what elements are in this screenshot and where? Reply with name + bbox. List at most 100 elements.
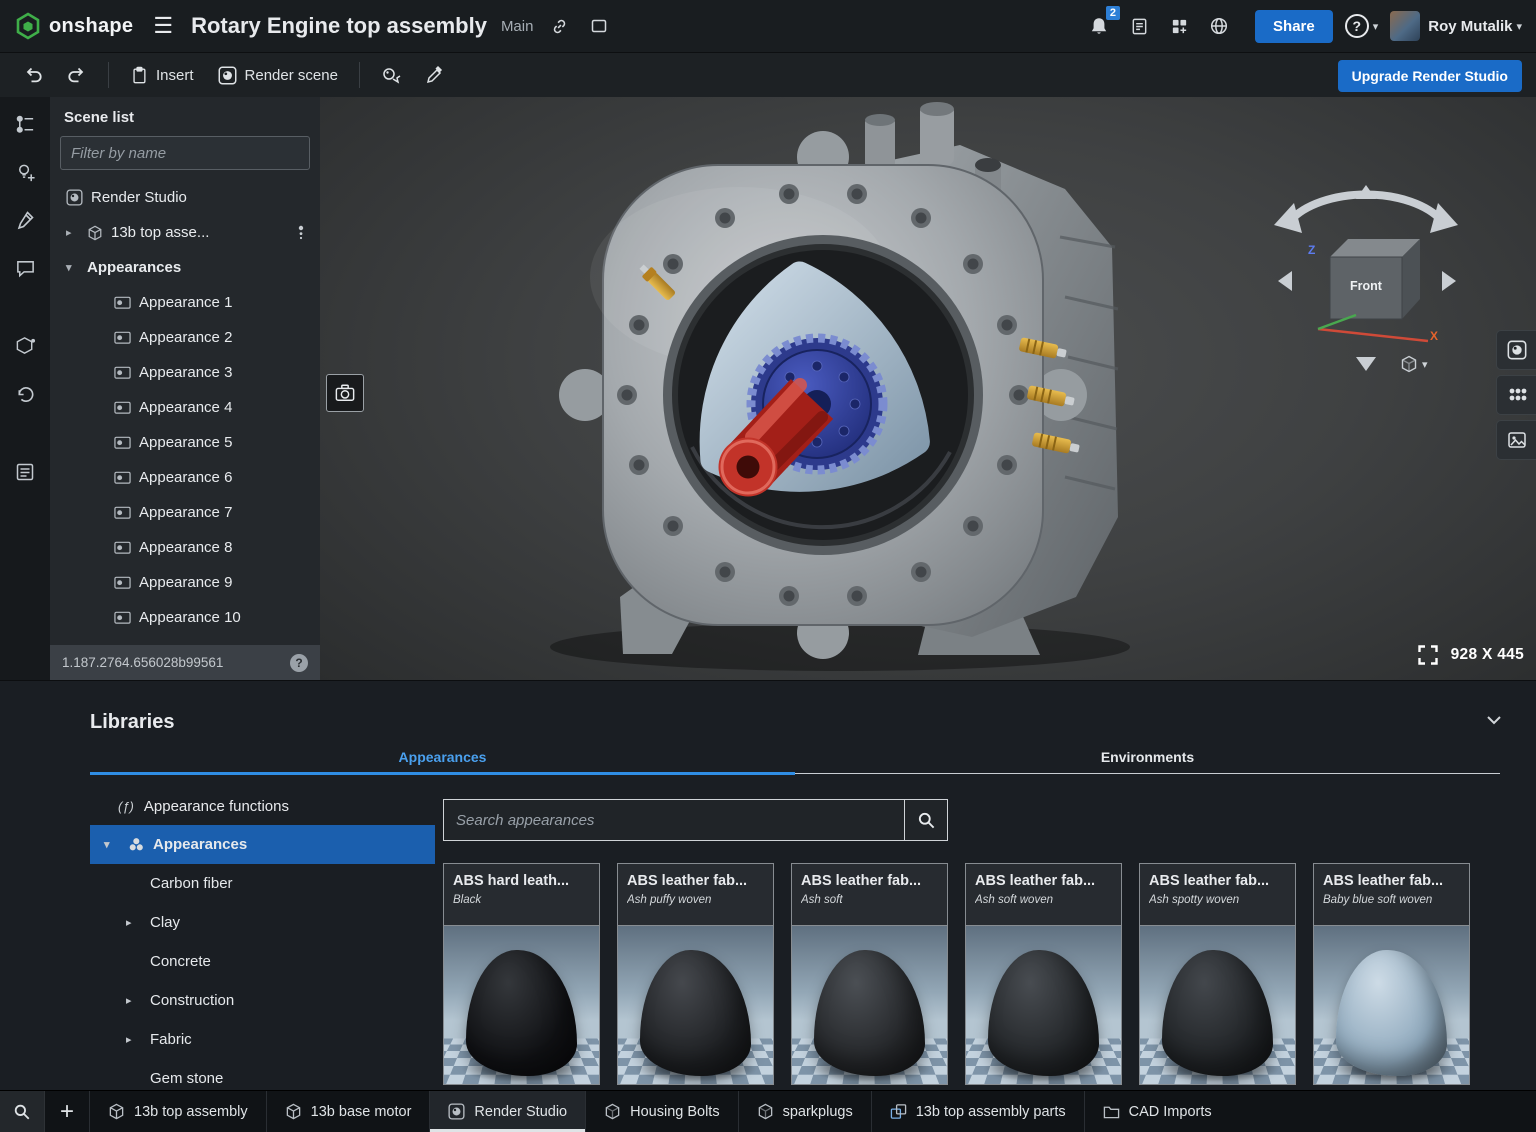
scene-appearance-item[interactable]: Appearance 9	[50, 565, 320, 600]
document-tab[interactable]: 13b base motor	[266, 1091, 430, 1132]
appearance-presets-button[interactable]	[1496, 375, 1536, 415]
render-queue-icon[interactable]	[5, 455, 45, 489]
appearance-card[interactable]: ABS hard leath... Black	[443, 863, 600, 1085]
libraries-collapse-icon[interactable]	[1486, 715, 1502, 726]
tree-chevron-icon[interactable]	[126, 916, 142, 929]
share-link-icon[interactable]	[545, 12, 573, 40]
scene-appearance-item[interactable]: Appearance 1	[50, 285, 320, 320]
appearance-brush-icon[interactable]	[5, 203, 45, 237]
redo-button[interactable]	[58, 59, 96, 91]
app-store-icon[interactable]	[1165, 12, 1193, 40]
render-viewport[interactable]: Front Z X	[320, 97, 1536, 680]
library-tree-item[interactable]: Carbon fiber	[90, 864, 435, 903]
aspect-ratio-icon[interactable]	[1417, 644, 1439, 666]
appearance-card[interactable]: ABS leather fab... Baby blue soft woven	[1313, 863, 1470, 1085]
scene-appearance-item[interactable]: Appearance 4	[50, 390, 320, 425]
library-tree-item[interactable]: Gem stone	[90, 1059, 435, 1090]
apply-appearance-icon	[381, 65, 401, 85]
render-panel-button[interactable]	[1496, 330, 1536, 370]
document-tab[interactable]: Render Studio	[429, 1091, 585, 1132]
tab-type-icon	[285, 1103, 302, 1120]
version-help-icon[interactable]: ?	[290, 654, 308, 672]
document-tab-label: sparkplugs	[783, 1104, 853, 1120]
scene-appearances-label: Appearances	[87, 259, 320, 276]
onshape-logo[interactable]: onshape	[14, 12, 133, 40]
document-tab[interactable]: 13b top assembly parts	[871, 1091, 1084, 1132]
scene-appearance-item[interactable]: Appearance 2	[50, 320, 320, 355]
library-tree-item[interactable]: Concrete	[90, 942, 435, 981]
scene-list-panel-icon[interactable]	[5, 107, 45, 141]
cloth-sample	[640, 950, 752, 1076]
share-button[interactable]: Share	[1255, 10, 1333, 43]
history-icon[interactable]	[5, 377, 45, 411]
scene-appearance-label: Appearance 6	[139, 469, 320, 486]
apply-appearance-button[interactable]	[372, 59, 410, 91]
appearance-card[interactable]: ABS leather fab... Ash spotty woven	[1139, 863, 1296, 1085]
scene-assembly-row[interactable]: 13b top asse...	[50, 215, 320, 250]
tab-type-icon	[757, 1103, 774, 1120]
help-menu[interactable]: ?	[1345, 14, 1379, 38]
scene-appearance-label: Appearance 10	[139, 609, 320, 626]
render-toolbar: Insert Render scene Upgrade Render Studi…	[0, 52, 1536, 97]
document-tab[interactable]: CAD Imports	[1084, 1091, 1230, 1132]
add-light-icon[interactable]	[5, 155, 45, 189]
library-tree-item[interactable]: Clay	[90, 903, 435, 942]
document-tab[interactable]: sparkplugs	[738, 1091, 871, 1132]
user-menu[interactable]: Roy Mutalik	[1390, 11, 1522, 41]
material-icon	[114, 574, 131, 591]
document-tab[interactable]: 13b top assembly	[89, 1091, 266, 1132]
scene-appearance-item[interactable]: Appearance 6	[50, 460, 320, 495]
view-options-button[interactable]	[1400, 355, 1428, 373]
comments-icon[interactable]	[5, 251, 45, 285]
insert-button[interactable]: Insert	[121, 60, 203, 91]
collapse-chevron-icon[interactable]	[66, 261, 79, 274]
library-tree-item[interactable]: Appearances	[90, 825, 435, 864]
document-tab-label: 13b top assembly	[134, 1104, 248, 1120]
tree-chevron-icon[interactable]	[126, 994, 142, 1007]
tab-type-icon	[890, 1103, 907, 1120]
render-scene-button[interactable]: Render scene	[209, 60, 347, 91]
snapshot-camera-button[interactable]	[326, 374, 364, 412]
light-indicator-icon[interactable]	[296, 225, 306, 241]
tab-search-button[interactable]	[0, 1091, 45, 1132]
undo-button[interactable]	[14, 59, 52, 91]
view-cube[interactable]: Front Z X	[1260, 159, 1475, 394]
scene-root-render-studio[interactable]: Render Studio	[50, 180, 320, 215]
appearance-card[interactable]: ABS leather fab... Ash soft woven	[965, 863, 1122, 1085]
search-button[interactable]	[905, 799, 948, 841]
scene-appearance-item[interactable]: Appearance 7	[50, 495, 320, 530]
snapshot-gallery-button[interactable]	[1496, 420, 1536, 460]
tree-item-label: Fabric	[150, 1031, 192, 1048]
appearance-functions-row[interactable]: (ƒ) Appearance functions	[90, 787, 435, 825]
new-tab-button[interactable]: +	[45, 1091, 89, 1132]
learning-center-icon[interactable]	[1205, 12, 1233, 40]
help-model-icon[interactable]	[5, 329, 45, 363]
library-tree: (ƒ) Appearance functions Appearances Car…	[90, 787, 435, 1090]
cloth-sample	[466, 950, 578, 1076]
notifications-button[interactable]: 2	[1085, 12, 1113, 40]
tab-appearances[interactable]: Appearances	[90, 747, 795, 775]
appearance-search-input[interactable]	[443, 799, 905, 841]
scene-filter-input[interactable]	[60, 136, 310, 170]
scene-appearance-item[interactable]: Appearance 3	[50, 355, 320, 390]
library-tree-item[interactable]: Construction	[90, 981, 435, 1020]
whats-new-icon[interactable]	[1125, 12, 1153, 40]
scene-appearance-item[interactable]: Appearance 8	[50, 530, 320, 565]
versions-icon[interactable]	[585, 12, 613, 40]
pick-appearance-button[interactable]	[416, 59, 454, 91]
tab-environments[interactable]: Environments	[795, 747, 1500, 775]
library-tree-item[interactable]: Fabric	[90, 1020, 435, 1059]
upgrade-render-studio-button[interactable]: Upgrade Render Studio	[1338, 60, 1522, 92]
tree-chevron-icon[interactable]	[126, 1033, 142, 1046]
expand-chevron-icon[interactable]	[66, 226, 79, 239]
appearance-card[interactable]: ABS leather fab... Ash puffy woven	[617, 863, 774, 1085]
appearance-card-header: ABS leather fab... Baby blue soft woven	[1314, 864, 1469, 926]
scene-appearances-header[interactable]: Appearances	[50, 250, 320, 285]
tree-chevron-icon[interactable]	[104, 838, 120, 851]
workspace-label[interactable]: Main	[501, 18, 534, 35]
appearance-card[interactable]: ABS leather fab... Ash soft	[791, 863, 948, 1085]
document-tab[interactable]: Housing Bolts	[585, 1091, 737, 1132]
scene-appearance-item[interactable]: Appearance 10	[50, 600, 320, 635]
main-menu-icon[interactable]: ☰	[153, 15, 173, 37]
scene-appearance-item[interactable]: Appearance 5	[50, 425, 320, 460]
